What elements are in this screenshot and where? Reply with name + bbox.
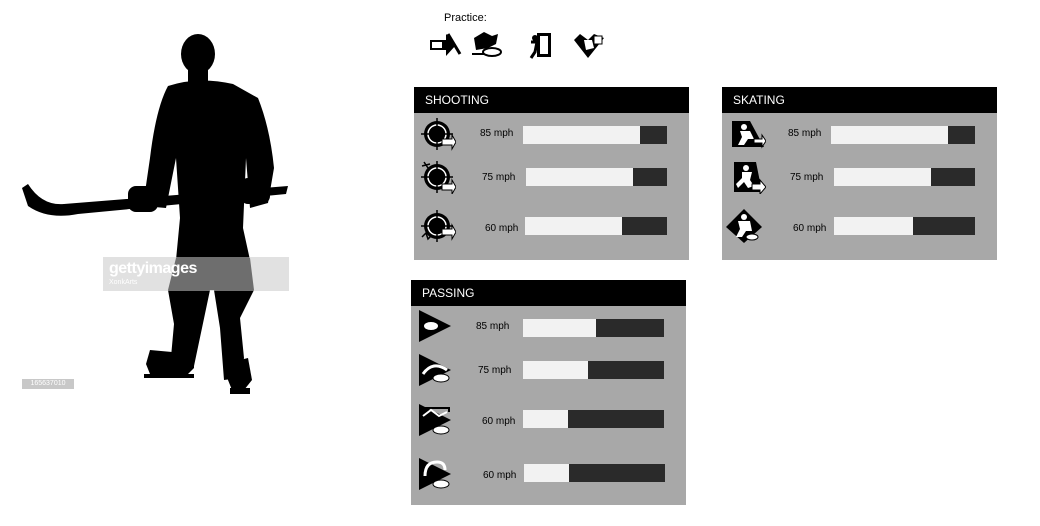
speed-bar [523,361,664,379]
skating-row-1: 85 mph [722,115,997,159]
passing-panel: PASSING 85 mph 75 mph 60 mph 60 mph [411,280,686,505]
speed-bar-fill [834,217,913,235]
watermark-brand: gettyimages [109,260,197,277]
panel-title: PASSING [411,280,686,306]
crosshair-slapshot-icon[interactable] [420,160,456,194]
skating-panel: SKATING 85 mph 75 mph 60 mph [722,87,997,260]
speed-label: 85 mph [788,128,822,139]
shooting-panel: SHOOTING 85 mph 75 mph 60 mph [414,87,689,260]
speed-bar [525,217,667,235]
passing-row-3: 60 mph [411,400,686,444]
speed-bar-fill [523,126,640,144]
skating-row-3: 60 mph [722,207,997,251]
speed-label: 60 mph [485,223,519,234]
speed-bar-fill [834,168,932,186]
passing-row-2: 75 mph [411,352,686,396]
skater-stop-icon[interactable] [726,209,762,243]
speed-bar [834,217,975,235]
image-id-label: 165637010 [22,379,74,389]
passing-row-4: 60 mph [411,454,686,498]
speed-bar-fill [831,126,948,144]
speed-bar-fill [523,361,588,379]
skater-crossover-icon[interactable] [730,160,766,194]
speed-bar [524,464,665,482]
speed-label: 85 mph [480,128,514,139]
speed-bar-fill [524,464,570,482]
exit-door-icon[interactable] [525,30,561,60]
speed-bar-fill [523,410,569,428]
panel-title: SHOOTING [414,87,689,113]
practice-label: Practice: [444,12,487,24]
pass-saucer-icon[interactable] [417,402,453,436]
speed-label: 75 mph [482,172,516,183]
speed-label: 60 mph [793,223,827,234]
speed-label: 75 mph [790,172,824,183]
crosshair-shooter-icon[interactable] [420,117,456,151]
speed-bar-fill [525,217,622,235]
speed-bar-fill [523,319,597,337]
speed-bar-fill [526,168,634,186]
speed-bar [523,126,667,144]
skating-row-2: 75 mph [722,158,997,202]
panel-title: SKATING [722,87,997,113]
speed-bar [523,319,664,337]
speed-bar [834,168,975,186]
passing-row-1: 85 mph [411,308,686,352]
hockey-player-silhouette [22,34,288,394]
skater-forward-icon[interactable] [730,117,766,151]
watermark-author: XonkArts [109,279,138,286]
skating-practice-icon[interactable] [470,30,506,60]
speed-label: 60 mph [482,416,516,427]
speed-bar [523,410,664,428]
speed-label: 60 mph [483,470,517,481]
pass-backhand-icon[interactable] [417,456,453,490]
pass-forward-icon[interactable] [417,308,453,342]
watermark-banner: gettyimages XonkArts [103,257,289,291]
shooting-practice-icon[interactable] [426,30,462,60]
shooting-row-3: 60 mph [414,207,689,251]
shooting-row-1: 85 mph [414,115,689,159]
crosshair-puck-icon[interactable] [420,209,456,243]
speed-bar [526,168,667,186]
speed-label: 85 mph [476,321,510,332]
passing-practice-icon[interactable] [570,30,606,60]
pass-curve-icon[interactable] [417,352,453,386]
speed-bar [831,126,975,144]
speed-label: 75 mph [478,365,512,376]
shooting-row-2: 75 mph [414,158,689,202]
